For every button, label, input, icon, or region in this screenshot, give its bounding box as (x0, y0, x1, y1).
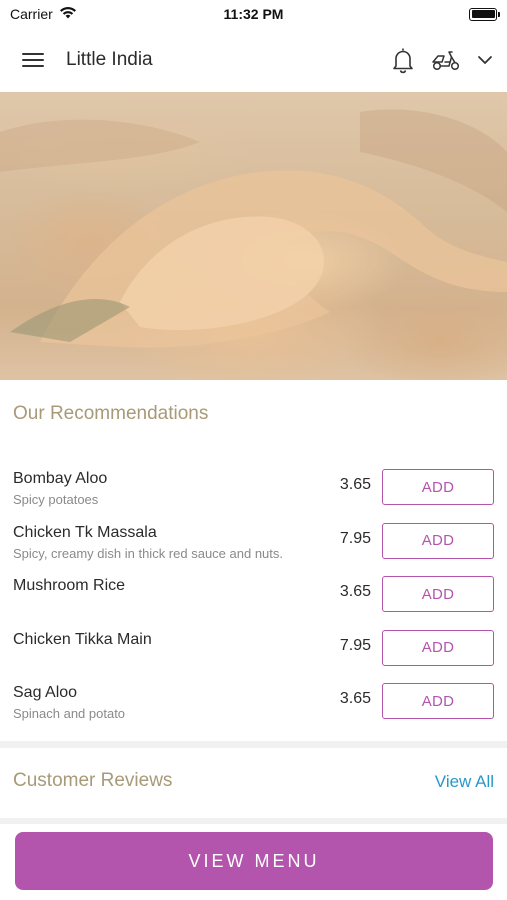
battery-icon (469, 7, 500, 21)
restaurant-title: Little India (66, 49, 153, 70)
scooter-icon[interactable] (431, 49, 461, 71)
add-button[interactable]: ADD (382, 576, 494, 612)
carrier-label: Carrier (10, 6, 53, 22)
reviews-title: Customer Reviews (13, 770, 173, 791)
item-price: 3.65 (339, 690, 371, 707)
item-name: Chicken Tikka Main (13, 630, 152, 648)
item-name: Mushroom Rice (13, 577, 126, 594)
view-menu-button[interactable]: VIEW MENU (15, 832, 493, 890)
hero-image (0, 92, 507, 380)
list-item: Chicken Tk Massala Spicy, creamy dish in… (0, 520, 507, 574)
status-left: Carrier (10, 6, 77, 22)
section-divider (0, 741, 507, 748)
add-button[interactable]: ADD (382, 469, 494, 505)
wifi-icon (59, 6, 77, 22)
bell-icon[interactable] (391, 46, 415, 74)
hero-overlay (0, 92, 507, 380)
list-item: Sag Aloo Spinach and potato 3.65 ADD (0, 680, 507, 734)
view-all-link[interactable]: View All (435, 772, 494, 792)
hamburger-line (22, 53, 44, 55)
item-name: Sag Aloo (13, 684, 78, 701)
add-button[interactable]: ADD (382, 683, 494, 719)
hamburger-line (22, 65, 44, 67)
item-price: 7.95 (339, 529, 371, 547)
list-item: Mushroom Rice 3.65 ADD (0, 573, 507, 627)
item-description: Spinach and potato (13, 706, 126, 721)
item-price: 3.65 (339, 476, 371, 493)
recommendations-title: Our Recommendations (13, 403, 209, 424)
item-price: 7.95 (339, 636, 371, 654)
battery-fill (471, 10, 495, 18)
reviews-header: Customer Reviews View All (0, 770, 507, 796)
add-button[interactable]: ADD (382, 522, 494, 559)
item-name: Chicken Tk Massala (13, 523, 157, 541)
item-name: Bombay Aloo (13, 470, 108, 487)
app-bar-actions (391, 46, 493, 74)
chevron-down-icon[interactable] (477, 55, 493, 65)
status-bar: Carrier 11:32 PM (0, 0, 507, 28)
recommendations-list: Bombay Aloo Spicy potatoes 3.65 ADD Chic… (0, 466, 507, 734)
hamburger-line (22, 59, 44, 61)
item-description: Spicy, creamy dish in thick red sauce an… (13, 545, 283, 561)
item-description: Spicy potatoes (13, 492, 99, 507)
add-button[interactable]: ADD (382, 629, 494, 666)
list-item: Chicken Tikka Main 7.95 ADD (0, 627, 507, 681)
list-item: Bombay Aloo Spicy potatoes 3.65 ADD (0, 466, 507, 520)
hamburger-menu-icon[interactable] (20, 50, 46, 70)
item-price: 3.65 (339, 583, 371, 600)
app-bar: Little India (0, 28, 507, 92)
